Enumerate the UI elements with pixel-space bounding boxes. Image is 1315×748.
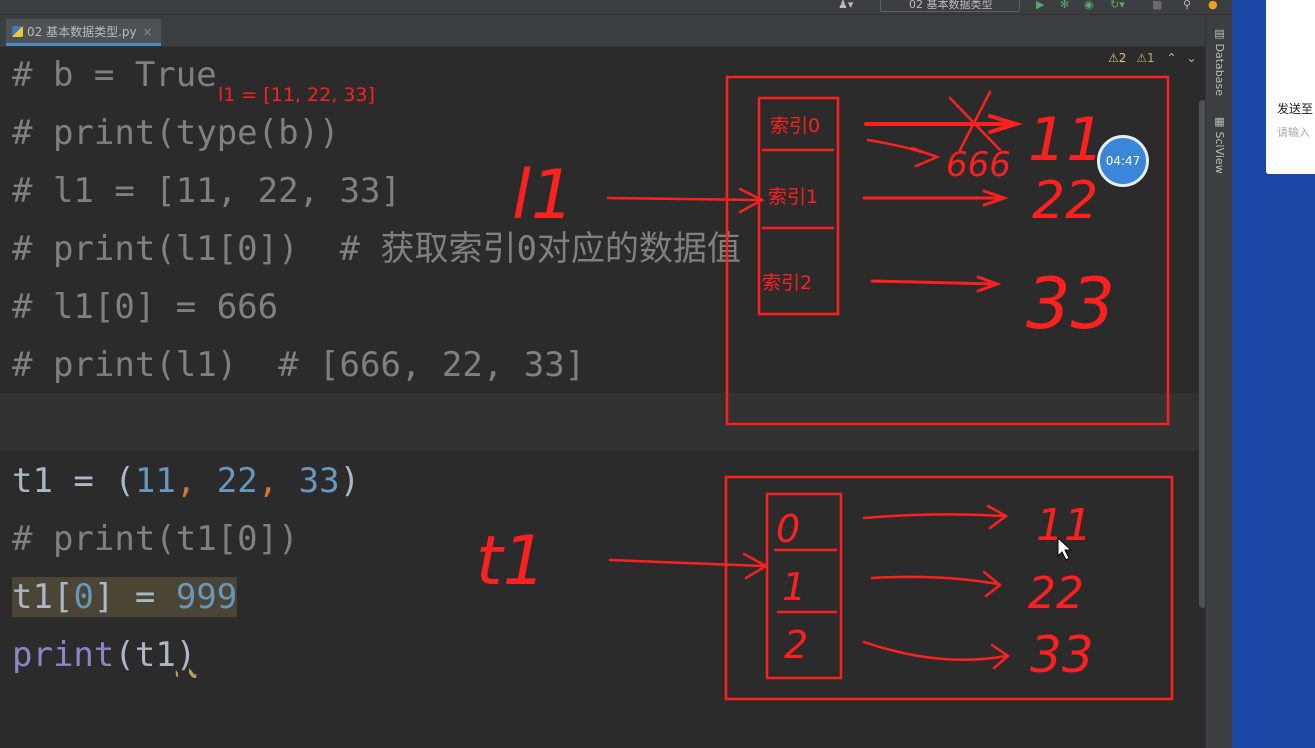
hand-t1: t1 [476, 522, 546, 601]
hand-0: 0 [776, 507, 800, 551]
annotation-layer: l1 = [11, 22, 33] 索引0 索引1 索引2 l1 11 666 … [218, 75, 1174, 701]
label-index0: 索引0 [770, 115, 820, 137]
arrow-tuple-1 [870, 575, 1000, 586]
arrow-index2 [870, 279, 997, 286]
arrow-tuple-2 [862, 640, 1008, 662]
hand-666: 666 [946, 145, 1011, 185]
label-index2: 索引2 [762, 272, 812, 294]
label-index1: 索引1 [768, 186, 818, 208]
arrow-t1 [608, 558, 766, 568]
hand-22: 22 [1032, 171, 1098, 231]
cross-out-stroke-2 [958, 90, 992, 152]
hand-33: 33 [1026, 263, 1115, 345]
l1-definition-note: l1 = [11, 22, 33] [218, 84, 375, 106]
hand-2: 2 [784, 623, 808, 667]
arrow-tuple-0 [862, 513, 1006, 520]
hand-tuple-33: 33 [1030, 626, 1094, 684]
arrow-l1 [606, 196, 762, 202]
hand-11: 11 [1028, 105, 1104, 175]
hand-1: 1 [782, 565, 806, 609]
hand-l1: l1 [512, 156, 574, 235]
hand-tuple-22: 22 [1028, 568, 1084, 619]
